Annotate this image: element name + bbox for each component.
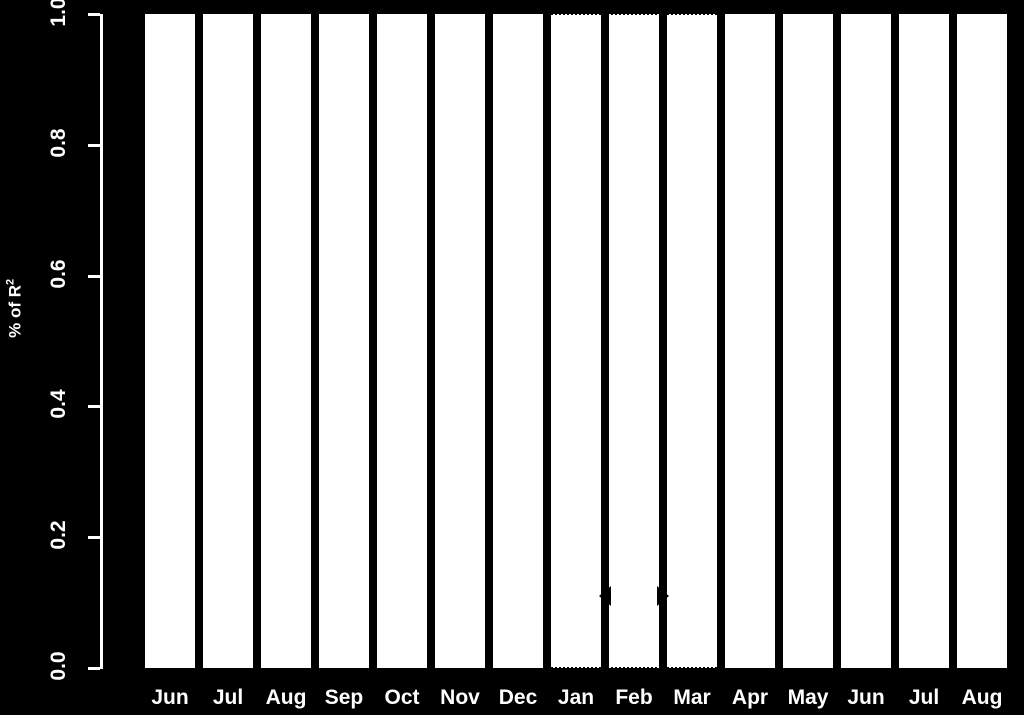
x-axis-tick-label: Sep	[324, 686, 364, 709]
x-axis-tick-label: Jun	[151, 686, 189, 709]
y-axis-tick	[88, 13, 100, 16]
x-axis-tick-label: Dec	[498, 686, 538, 709]
x-axis-tick-label: Oct	[384, 686, 420, 709]
bar-column	[261, 14, 311, 668]
bar-chart: 0.0 0.2 0.4 0.6 0.8 1.0 % of R2 Jun Jul Aug Sep O…	[0, 0, 1024, 715]
bar-segment	[551, 14, 601, 668]
bar-column	[957, 14, 1007, 668]
bar-column	[435, 14, 485, 668]
x-axis-tick-label: Feb	[615, 686, 653, 709]
bar-segment	[261, 14, 311, 668]
x-axis-tick-label: Apr	[731, 686, 769, 709]
bar-column	[319, 14, 369, 668]
x-axis-tick-label: Jul	[908, 686, 940, 709]
y-axis-tick	[88, 536, 100, 540]
y-axis-tick-label: 0.8	[47, 128, 70, 158]
y-axis-title-superscript: 2	[4, 278, 17, 285]
bar-segment	[609, 14, 659, 668]
x-axis-tick-label: Jun	[847, 686, 885, 709]
y-axis-title: % of R2	[5, 248, 26, 368]
y-axis-title-text: % of R	[5, 284, 25, 338]
bar-column	[783, 14, 833, 668]
x-axis-tick-label: Nov	[440, 686, 480, 709]
bar-column	[899, 14, 949, 668]
y-axis-tick	[88, 143, 100, 147]
bar-segment	[841, 14, 891, 668]
bar-segment	[725, 14, 775, 668]
bar-column	[493, 14, 543, 668]
plot-area	[145, 14, 1015, 668]
x-axis-tick-label: Mar	[673, 686, 711, 709]
x-axis-tick-label: May	[787, 686, 829, 709]
bar-segment	[377, 14, 427, 668]
bar-segment	[319, 14, 369, 668]
y-axis-line	[100, 14, 103, 669]
bar-segment	[145, 14, 195, 668]
annotation-arrow-right-icon	[657, 586, 669, 607]
x-axis-tick-label: Jul	[212, 686, 244, 709]
bar-column	[145, 14, 195, 668]
annotation-dot	[604, 582, 606, 585]
bar-column	[667, 14, 717, 668]
bar-segment	[667, 14, 717, 668]
annotation-arrow-left-icon	[599, 586, 611, 607]
bar-column	[203, 14, 253, 668]
bar-segment	[783, 14, 833, 668]
bar-segment	[899, 14, 949, 668]
bar-segment	[203, 14, 253, 668]
y-axis-tick-label: 0.4	[47, 389, 70, 419]
bar-column	[551, 14, 601, 668]
y-axis-tick	[88, 667, 100, 670]
y-axis-tick	[88, 274, 100, 278]
y-axis-tick-label: 0.2	[47, 520, 70, 550]
bar-segment	[957, 14, 1007, 668]
bar-segment	[435, 14, 485, 668]
x-axis-tick-label: Aug	[961, 686, 1003, 709]
bar-column	[609, 14, 659, 668]
y-axis-tick-label: 0.6	[47, 259, 70, 289]
bar-segment	[493, 14, 543, 668]
bar-column	[841, 14, 891, 668]
annotation-dot	[662, 610, 664, 613]
y-axis-tick-label: 1.0	[47, 0, 70, 27]
y-axis-tick-label: 0.0	[47, 651, 70, 681]
bar-column	[725, 14, 775, 668]
bar-column	[377, 14, 427, 668]
annotation-dot	[604, 610, 606, 613]
y-axis-tick	[88, 405, 100, 409]
annotation-dot	[662, 582, 664, 585]
x-axis-tick-label: Aug	[265, 686, 307, 709]
x-axis-tick-label: Jan	[557, 686, 595, 709]
